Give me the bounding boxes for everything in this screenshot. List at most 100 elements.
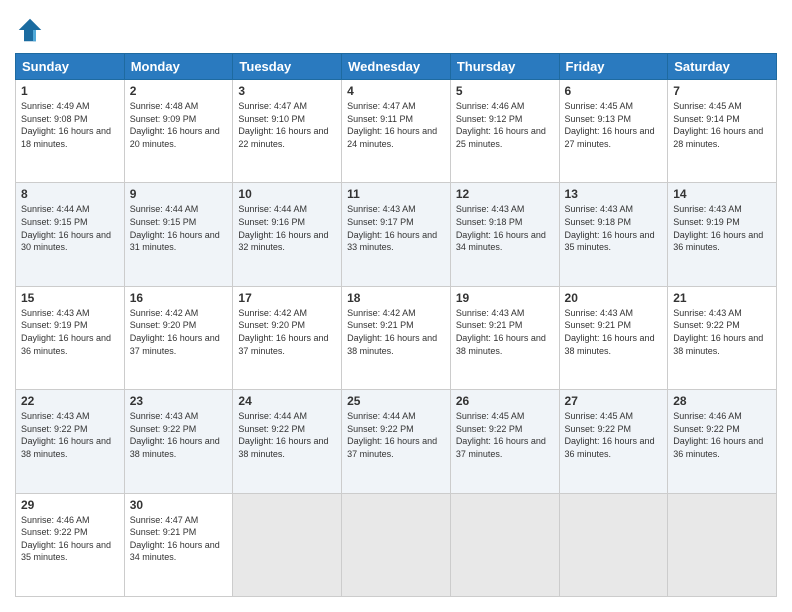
calendar-header-tuesday: Tuesday bbox=[233, 54, 342, 80]
calendar-cell: 5 Sunrise: 4:46 AMSunset: 9:12 PMDaylight… bbox=[450, 80, 559, 183]
calendar-cell bbox=[450, 493, 559, 596]
day-number: 1 bbox=[21, 84, 119, 98]
day-number: 12 bbox=[456, 187, 554, 201]
day-number: 13 bbox=[565, 187, 663, 201]
logo bbox=[15, 15, 49, 45]
day-info: Sunrise: 4:46 AMSunset: 9:22 PMDaylight:… bbox=[21, 514, 119, 564]
calendar-cell: 15 Sunrise: 4:43 AMSunset: 9:19 PMDayligh… bbox=[16, 286, 125, 389]
day-info: Sunrise: 4:47 AMSunset: 9:11 PMDaylight:… bbox=[347, 100, 445, 150]
calendar-cell bbox=[342, 493, 451, 596]
day-number: 28 bbox=[673, 394, 771, 408]
calendar-cell: 19 Sunrise: 4:43 AMSunset: 9:21 PMDayligh… bbox=[450, 286, 559, 389]
day-info: Sunrise: 4:43 AMSunset: 9:21 PMDaylight:… bbox=[565, 307, 663, 357]
day-info: Sunrise: 4:44 AMSunset: 9:15 PMDaylight:… bbox=[130, 203, 228, 253]
calendar-cell: 27 Sunrise: 4:45 AMSunset: 9:22 PMDayligh… bbox=[559, 390, 668, 493]
day-number: 23 bbox=[130, 394, 228, 408]
calendar-cell: 30 Sunrise: 4:47 AMSunset: 9:21 PMDayligh… bbox=[124, 493, 233, 596]
day-number: 2 bbox=[130, 84, 228, 98]
day-info: Sunrise: 4:43 AMSunset: 9:22 PMDaylight:… bbox=[130, 410, 228, 460]
day-number: 9 bbox=[130, 187, 228, 201]
day-info: Sunrise: 4:43 AMSunset: 9:22 PMDaylight:… bbox=[21, 410, 119, 460]
calendar-cell: 20 Sunrise: 4:43 AMSunset: 9:21 PMDayligh… bbox=[559, 286, 668, 389]
calendar-cell: 17 Sunrise: 4:42 AMSunset: 9:20 PMDayligh… bbox=[233, 286, 342, 389]
day-number: 19 bbox=[456, 291, 554, 305]
day-number: 15 bbox=[21, 291, 119, 305]
calendar-cell: 26 Sunrise: 4:45 AMSunset: 9:22 PMDayligh… bbox=[450, 390, 559, 493]
calendar-cell: 9 Sunrise: 4:44 AMSunset: 9:15 PMDaylight… bbox=[124, 183, 233, 286]
day-info: Sunrise: 4:48 AMSunset: 9:09 PMDaylight:… bbox=[130, 100, 228, 150]
calendar-cell: 21 Sunrise: 4:43 AMSunset: 9:22 PMDayligh… bbox=[668, 286, 777, 389]
day-info: Sunrise: 4:43 AMSunset: 9:17 PMDaylight:… bbox=[347, 203, 445, 253]
day-info: Sunrise: 4:44 AMSunset: 9:22 PMDaylight:… bbox=[347, 410, 445, 460]
day-number: 17 bbox=[238, 291, 336, 305]
day-number: 8 bbox=[21, 187, 119, 201]
header bbox=[15, 15, 777, 45]
day-number: 18 bbox=[347, 291, 445, 305]
day-number: 26 bbox=[456, 394, 554, 408]
day-number: 16 bbox=[130, 291, 228, 305]
day-info: Sunrise: 4:45 AMSunset: 9:13 PMDaylight:… bbox=[565, 100, 663, 150]
calendar-header-monday: Monday bbox=[124, 54, 233, 80]
day-info: Sunrise: 4:45 AMSunset: 9:22 PMDaylight:… bbox=[456, 410, 554, 460]
logo-icon bbox=[15, 15, 45, 45]
calendar-cell bbox=[559, 493, 668, 596]
day-info: Sunrise: 4:43 AMSunset: 9:18 PMDaylight:… bbox=[456, 203, 554, 253]
day-info: Sunrise: 4:43 AMSunset: 9:18 PMDaylight:… bbox=[565, 203, 663, 253]
calendar-cell: 25Sunrise: 4:44 AMSunset: 9:22 PMDayligh… bbox=[342, 390, 451, 493]
calendar-header-thursday: Thursday bbox=[450, 54, 559, 80]
day-info: Sunrise: 4:42 AMSunset: 9:20 PMDaylight:… bbox=[238, 307, 336, 357]
calendar-header-saturday: Saturday bbox=[668, 54, 777, 80]
calendar-cell: 11 Sunrise: 4:43 AMSunset: 9:17 PMDayligh… bbox=[342, 183, 451, 286]
day-info: Sunrise: 4:46 AMSunset: 9:12 PMDaylight:… bbox=[456, 100, 554, 150]
day-info: Sunrise: 4:44 AMSunset: 9:16 PMDaylight:… bbox=[238, 203, 336, 253]
day-info: Sunrise: 4:43 AMSunset: 9:19 PMDaylight:… bbox=[673, 203, 771, 253]
calendar-week-row: 22 Sunrise: 4:43 AMSunset: 9:22 PMDayligh… bbox=[16, 390, 777, 493]
calendar-cell bbox=[668, 493, 777, 596]
calendar-header-wednesday: Wednesday bbox=[342, 54, 451, 80]
day-number: 3 bbox=[238, 84, 336, 98]
day-info: Sunrise: 4:43 AMSunset: 9:19 PMDaylight:… bbox=[21, 307, 119, 357]
calendar-cell: 28 Sunrise: 4:46 AMSunset: 9:22 PMDayligh… bbox=[668, 390, 777, 493]
day-info: Sunrise: 4:47 AMSunset: 9:21 PMDaylight:… bbox=[130, 514, 228, 564]
calendar-cell: 16 Sunrise: 4:42 AMSunset: 9:20 PMDayligh… bbox=[124, 286, 233, 389]
day-number: 29 bbox=[21, 498, 119, 512]
calendar-week-row: 15 Sunrise: 4:43 AMSunset: 9:19 PMDayligh… bbox=[16, 286, 777, 389]
calendar-week-row: 29 Sunrise: 4:46 AMSunset: 9:22 PMDayligh… bbox=[16, 493, 777, 596]
calendar-cell: 14Sunrise: 4:43 AMSunset: 9:19 PMDayligh… bbox=[668, 183, 777, 286]
day-info: Sunrise: 4:47 AMSunset: 9:10 PMDaylight:… bbox=[238, 100, 336, 150]
day-number: 11 bbox=[347, 187, 445, 201]
calendar-week-row: 8 Sunrise: 4:44 AMSunset: 9:15 PMDaylight… bbox=[16, 183, 777, 286]
day-info: Sunrise: 4:44 AMSunset: 9:22 PMDaylight:… bbox=[238, 410, 336, 460]
calendar-table: SundayMondayTuesdayWednesdayThursdayFrid… bbox=[15, 53, 777, 597]
calendar-cell: 23 Sunrise: 4:43 AMSunset: 9:22 PMDayligh… bbox=[124, 390, 233, 493]
day-number: 10 bbox=[238, 187, 336, 201]
calendar-cell: 2 Sunrise: 4:48 AMSunset: 9:09 PMDaylight… bbox=[124, 80, 233, 183]
calendar-cell: 1 Sunrise: 4:49 AMSunset: 9:08 PMDaylight… bbox=[16, 80, 125, 183]
day-info: Sunrise: 4:42 AMSunset: 9:20 PMDaylight:… bbox=[130, 307, 228, 357]
day-number: 24 bbox=[238, 394, 336, 408]
calendar-cell: 12 Sunrise: 4:43 AMSunset: 9:18 PMDayligh… bbox=[450, 183, 559, 286]
day-info: Sunrise: 4:46 AMSunset: 9:22 PMDaylight:… bbox=[673, 410, 771, 460]
day-number: 30 bbox=[130, 498, 228, 512]
day-number: 6 bbox=[565, 84, 663, 98]
day-info: Sunrise: 4:49 AMSunset: 9:08 PMDaylight:… bbox=[21, 100, 119, 150]
calendar-header-row: SundayMondayTuesdayWednesdayThursdayFrid… bbox=[16, 54, 777, 80]
day-number: 4 bbox=[347, 84, 445, 98]
calendar-cell: 10 Sunrise: 4:44 AMSunset: 9:16 PMDayligh… bbox=[233, 183, 342, 286]
page: SundayMondayTuesdayWednesdayThursdayFrid… bbox=[0, 0, 792, 612]
day-info: Sunrise: 4:45 AMSunset: 9:14 PMDaylight:… bbox=[673, 100, 771, 150]
calendar-body: 1 Sunrise: 4:49 AMSunset: 9:08 PMDaylight… bbox=[16, 80, 777, 597]
calendar-week-row: 1 Sunrise: 4:49 AMSunset: 9:08 PMDaylight… bbox=[16, 80, 777, 183]
day-number: 5 bbox=[456, 84, 554, 98]
day-info: Sunrise: 4:43 AMSunset: 9:22 PMDaylight:… bbox=[673, 307, 771, 357]
day-number: 20 bbox=[565, 291, 663, 305]
calendar-cell: 13 Sunrise: 4:43 AMSunset: 9:18 PMDayligh… bbox=[559, 183, 668, 286]
day-number: 22 bbox=[21, 394, 119, 408]
day-number: 27 bbox=[565, 394, 663, 408]
calendar-header-sunday: Sunday bbox=[16, 54, 125, 80]
day-info: Sunrise: 4:43 AMSunset: 9:21 PMDaylight:… bbox=[456, 307, 554, 357]
day-number: 21 bbox=[673, 291, 771, 305]
calendar-cell: 6 Sunrise: 4:45 AMSunset: 9:13 PMDaylight… bbox=[559, 80, 668, 183]
day-info: Sunrise: 4:42 AMSunset: 9:21 PMDaylight:… bbox=[347, 307, 445, 357]
day-info: Sunrise: 4:45 AMSunset: 9:22 PMDaylight:… bbox=[565, 410, 663, 460]
